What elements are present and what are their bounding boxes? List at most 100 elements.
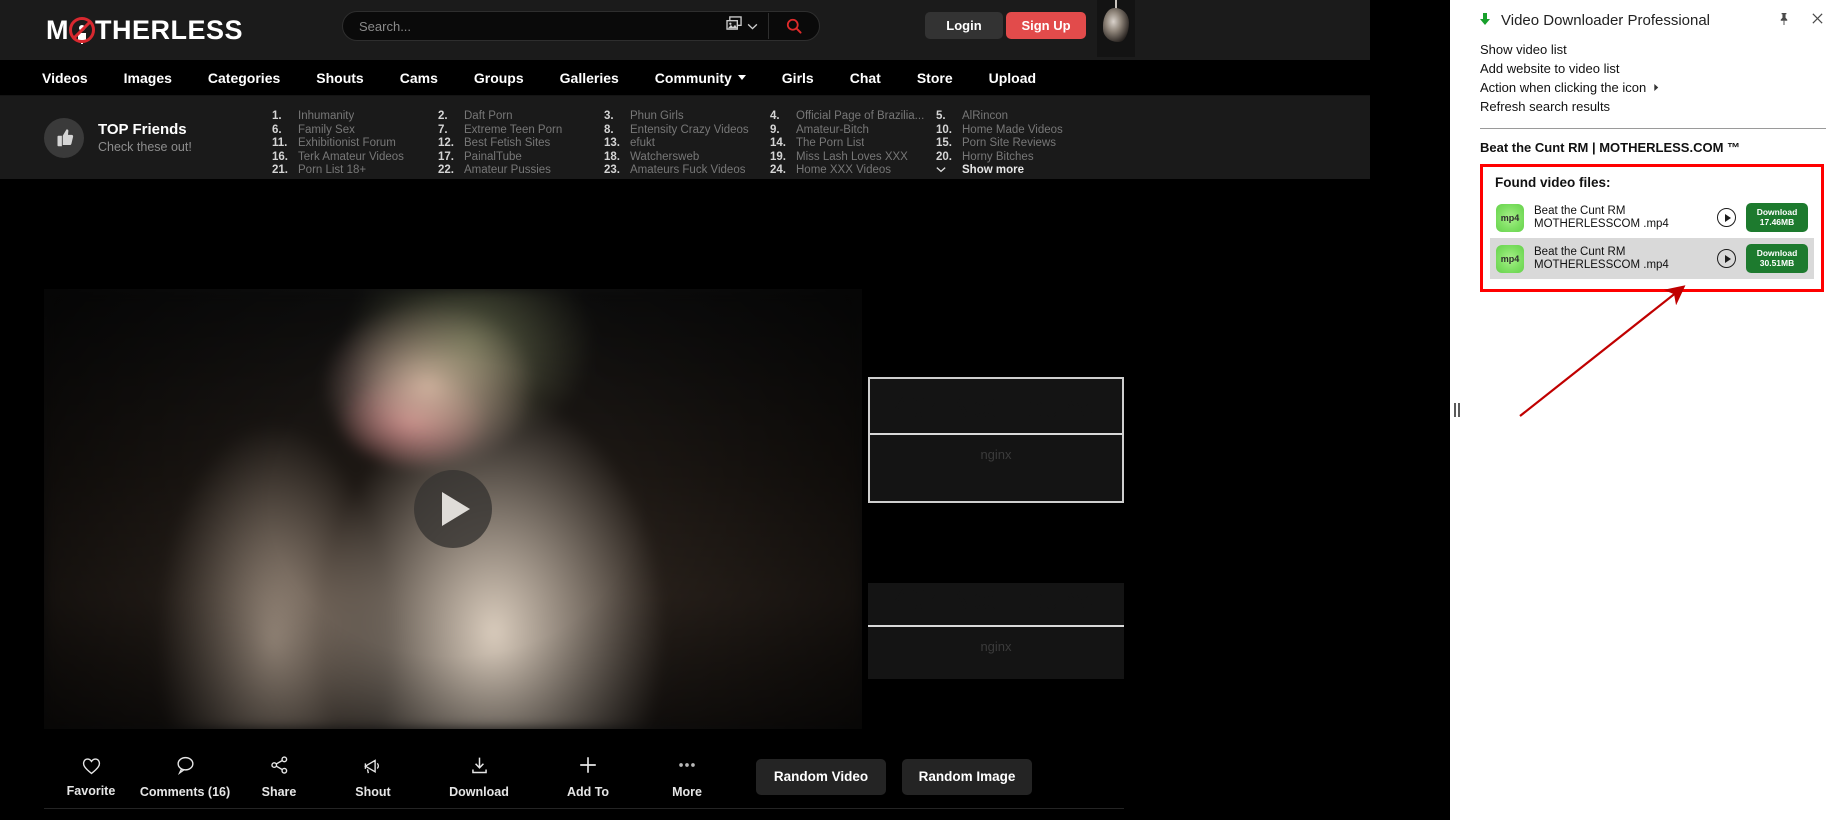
friend-link[interactable]: 19. Miss Lash Loves XXX	[770, 151, 936, 165]
menu-item-show-video-list[interactable]: Show video list	[1480, 40, 1842, 59]
friend-rank: 12.	[438, 137, 454, 150]
nav-item-store[interactable]: Store	[899, 70, 971, 86]
friend-link[interactable]: 23. Amateurs Fuck Videos	[604, 164, 770, 178]
friend-link[interactable]: 6. Family Sex	[272, 124, 438, 138]
nav-item-groups[interactable]: Groups	[456, 70, 542, 86]
nav-item-videos[interactable]: Videos	[24, 70, 106, 86]
page-content: 404 Not Found nginx 404 Not Found nginx …	[0, 179, 1370, 820]
download-size: 30.51MB	[1759, 258, 1795, 268]
friend-name: Horny Bitches	[962, 150, 1034, 163]
main-navigation: Videos Images Categories Shouts Cams Gro…	[0, 60, 1370, 96]
friend-link[interactable]: 4. Official Page of Brazilia...	[770, 110, 936, 124]
video-file-row[interactable]: mp4 Beat the Cunt RM MOTHERLESSCOM .mp4 …	[1490, 238, 1814, 279]
login-button[interactable]: Login	[925, 12, 1003, 39]
media-type-icon	[726, 16, 743, 36]
friend-link[interactable]: 16. Terk Amateur Videos	[272, 151, 438, 165]
play-circle-icon[interactable]	[1717, 249, 1736, 268]
video-player[interactable]	[44, 289, 862, 729]
nav-item-shouts[interactable]: Shouts	[298, 70, 381, 86]
favorite-button[interactable]: Favorite	[44, 756, 138, 798]
more-button[interactable]: More	[638, 754, 736, 799]
friend-link[interactable]: 13. efukt	[604, 137, 770, 151]
play-button-icon[interactable]	[414, 470, 492, 548]
friend-link[interactable]: 2. Daft Porn	[438, 110, 604, 124]
nav-label: Categories	[207, 69, 281, 86]
video-file-row[interactable]: mp4 Beat the Cunt RM MOTHERLESSCOM .mp4 …	[1490, 197, 1814, 238]
friend-link[interactable]: 15. Porn Site Reviews	[936, 137, 1102, 151]
friend-name: Exhibitionist Forum	[298, 137, 396, 150]
friend-link[interactable]: 12. Best Fetish Sites	[438, 137, 604, 151]
close-icon[interactable]	[1805, 10, 1830, 30]
friend-link[interactable]: 14. The Porn List	[770, 137, 936, 151]
menu-item-refresh-results[interactable]: Refresh search results	[1480, 97, 1842, 116]
site-logo[interactable]: M THERLESS	[46, 15, 243, 46]
show-more-friends[interactable]: Show more	[936, 164, 1102, 178]
friend-link[interactable]: 5. AlRincon	[936, 110, 1102, 124]
pin-icon[interactable]	[1772, 12, 1796, 29]
download-video-button[interactable]: Download 17.46MB	[1746, 203, 1808, 232]
download-video-button[interactable]: Download 30.51MB	[1746, 244, 1808, 273]
friend-link[interactable]: 24. Home XXX Videos	[770, 164, 936, 178]
random-image-button[interactable]: Random Image	[902, 758, 1032, 795]
friend-name: Daft Porn	[464, 110, 513, 122]
friend-link[interactable]: 10. Home Made Videos	[936, 124, 1102, 138]
friend-link[interactable]: 8. Entensity Crazy Videos	[604, 124, 770, 138]
nav-item-girls[interactable]: Girls	[764, 70, 832, 86]
comments-button[interactable]: Comments (16)	[138, 755, 232, 799]
friend-link[interactable]: 20. Horny Bitches	[936, 151, 1102, 165]
nav-item-categories[interactable]: Categories	[190, 70, 298, 86]
comment-bubble-icon	[176, 756, 194, 775]
friend-link[interactable]: 21. Porn List 18+	[272, 164, 438, 178]
friend-link[interactable]: 9. Amateur-Bitch	[770, 124, 936, 138]
friend-link[interactable]: 18. Watchersweb	[604, 151, 770, 165]
nav-item-cams[interactable]: Cams	[382, 70, 456, 86]
nav-item-galleries[interactable]: Galleries	[542, 70, 637, 86]
panel-splitter[interactable]	[1450, 0, 1464, 820]
play-circle-icon[interactable]	[1717, 208, 1736, 227]
friend-name: Family Sex	[298, 123, 355, 136]
menu-label: Action when clicking the icon	[1480, 80, 1647, 95]
shout-button[interactable]: Shout	[326, 755, 420, 799]
download-label: Download	[1756, 248, 1798, 258]
panel-titlebar: Video Downloader Professional	[1464, 0, 1842, 38]
nav-label: Upload	[988, 69, 1037, 86]
nav-item-upload[interactable]: Upload	[971, 70, 1054, 86]
friend-rank: 16.	[272, 150, 288, 163]
friend-link[interactable]: 17. PainalTube	[438, 151, 604, 165]
nav-label: Chat	[849, 69, 881, 86]
friend-link[interactable]: 7. Extreme Teen Porn	[438, 124, 604, 138]
search-submit-button[interactable]	[769, 18, 819, 34]
friend-name: Terk Amateur Videos	[298, 150, 404, 163]
download-size: 17.46MB	[1759, 217, 1795, 227]
signup-button[interactable]: Sign Up	[1006, 12, 1086, 39]
add-to-button[interactable]: Add To	[538, 754, 638, 799]
nav-item-chat[interactable]: Chat	[832, 70, 899, 86]
friend-link[interactable]: 22. Amateur Pussies	[438, 164, 604, 178]
menu-item-add-website[interactable]: Add website to video list	[1480, 59, 1842, 78]
action-label: Favorite	[66, 783, 116, 798]
friend-link[interactable]: 1. Inhumanity	[272, 110, 438, 124]
random-video-button[interactable]: Random Video	[756, 758, 886, 795]
search-type-selector[interactable]	[726, 16, 768, 36]
download-button[interactable]: Download	[420, 755, 538, 799]
download-label: Download	[1756, 207, 1798, 217]
video-file-name: Beat the Cunt RM MOTHERLESSCOM .mp4	[1534, 205, 1707, 231]
top-friends-text: TOP Friends Check these out!	[98, 121, 192, 154]
menu-item-action-on-click[interactable]: Action when clicking the icon	[1480, 78, 1842, 97]
video-name-line1: Beat the Cunt RM	[1534, 245, 1626, 258]
friend-name: Home Made Videos	[962, 123, 1063, 136]
share-button[interactable]: Share	[232, 755, 326, 799]
nav-label: Galleries	[559, 69, 619, 86]
friend-name: Porn Site Reviews	[962, 137, 1056, 150]
friend-link[interactable]: 3. Phun Girls	[604, 110, 770, 124]
search-input[interactable]	[343, 18, 726, 34]
friend-name: Best Fetish Sites	[464, 137, 551, 150]
friend-name: Amateurs Fuck Videos	[630, 164, 746, 177]
browser-page: M THERLESS Search... Login Sign Up Video…	[0, 0, 1450, 820]
nav-item-community[interactable]: Community	[637, 70, 764, 86]
friend-rank: 17.	[438, 150, 454, 163]
friend-link[interactable]: 11. Exhibitionist Forum	[272, 137, 438, 151]
nav-item-images[interactable]: Images	[106, 70, 190, 86]
friend-name: The Porn List	[796, 137, 865, 150]
header-thumbnail[interactable]	[1097, 0, 1135, 57]
